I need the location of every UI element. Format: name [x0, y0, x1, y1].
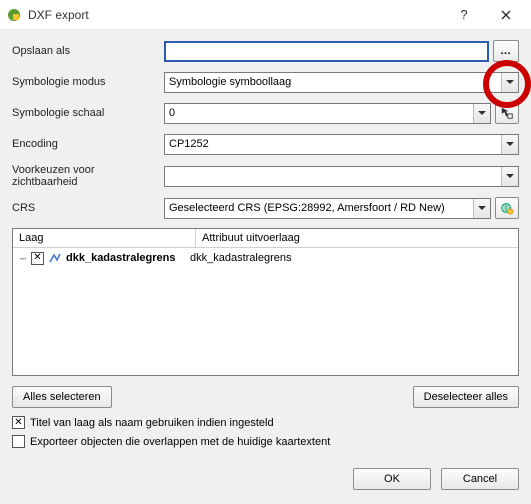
checkbox[interactable] — [12, 435, 25, 448]
close-button[interactable] — [485, 1, 527, 29]
check-label: Titel van laag als naam gebruiken indien… — [30, 417, 274, 429]
ok-button[interactable]: OK — [353, 468, 431, 490]
scale-picker-button[interactable] — [495, 102, 519, 124]
save-as-label: Opslaan als — [12, 45, 164, 57]
help-icon: ? — [460, 7, 467, 22]
chevron-down-icon — [501, 167, 518, 186]
tree-twist-icon[interactable]: ⋯ — [17, 252, 29, 265]
layer-checkbox[interactable]: ✕ — [31, 252, 44, 265]
line-layer-icon — [48, 251, 62, 265]
select-all-button[interactable]: Alles selecteren — [12, 386, 112, 408]
layer-attr: dkk_kadastralegrens — [184, 252, 292, 264]
encoding-combo[interactable]: CP1252 — [164, 134, 519, 155]
globe-icon — [500, 201, 514, 215]
check-use-layer-title[interactable]: ✕ Titel van laag als naam gebruiken indi… — [12, 416, 519, 429]
crs-picker-button[interactable] — [495, 197, 519, 219]
layer-name: dkk_kadastralegrens — [66, 252, 175, 264]
chevron-down-icon — [473, 199, 490, 218]
row-symbology-mode: Symbologie modus Symbologie symboollaag — [12, 71, 519, 93]
dialog-footer: OK Cancel — [0, 462, 531, 500]
check-export-in-extent[interactable]: Exporteer objecten die overlappen met de… — [12, 435, 519, 448]
close-icon — [501, 10, 511, 20]
selection-button-bar: Alles selecteren Deselecteer alles — [12, 386, 519, 408]
help-button[interactable]: ? — [443, 1, 485, 29]
visibility-presets-combo[interactable] — [164, 166, 519, 187]
crs-label: CRS — [12, 202, 164, 214]
check-label: Exporteer objecten die overlappen met de… — [30, 436, 330, 448]
cursor-scale-icon — [500, 106, 514, 120]
symbology-mode-label: Symbologie modus — [12, 76, 164, 88]
col-header-layer[interactable]: Laag — [13, 229, 196, 247]
row-visibility-presets: Voorkeuzen voor zichtbaarheid — [12, 164, 519, 188]
deselect-all-button[interactable]: Deselecteer alles — [413, 386, 519, 408]
cancel-button[interactable]: Cancel — [441, 468, 519, 490]
col-header-attr[interactable]: Attribuut uitvoerlaag — [196, 229, 518, 247]
symbology-scale-combo[interactable] — [164, 103, 491, 124]
chevron-down-icon — [501, 73, 518, 92]
qgis-logo-icon — [6, 7, 22, 23]
chevron-down-icon — [501, 135, 518, 154]
checkbox[interactable]: ✕ — [12, 416, 25, 429]
row-save-as: Opslaan als … — [12, 40, 519, 62]
visibility-presets-label: Voorkeuzen voor zichtbaarheid — [12, 164, 164, 188]
titlebar: DXF export ? — [0, 0, 531, 30]
symbology-mode-value: Symbologie symboollaag — [169, 76, 500, 88]
tree-row[interactable]: ⋯ ✕ dkk_kadastralegrens dkk_kadastralegr… — [13, 248, 518, 268]
crs-combo[interactable]: Geselecteerd CRS (EPSG:28992, Amersfoort… — [164, 198, 491, 219]
row-encoding: Encoding CP1252 — [12, 133, 519, 155]
chevron-down-icon — [473, 104, 490, 123]
window-title: DXF export — [28, 8, 443, 22]
layer-tree[interactable]: Laag Attribuut uitvoerlaag ⋯ ✕ dkk_kadas… — [12, 228, 519, 376]
symbology-mode-combo[interactable]: Symbologie symboollaag — [164, 72, 519, 93]
encoding-value: CP1252 — [169, 138, 500, 150]
row-crs: CRS Geselecteerd CRS (EPSG:28992, Amersf… — [12, 197, 519, 219]
dialog-body: Opslaan als … Symbologie modus Symbologi… — [0, 30, 531, 462]
save-as-input[interactable] — [164, 41, 489, 62]
layer-tree-header: Laag Attribuut uitvoerlaag — [13, 229, 518, 248]
symbology-scale-input[interactable] — [165, 104, 472, 123]
browse-button[interactable]: … — [493, 40, 519, 62]
ellipsis-icon: … — [500, 45, 512, 57]
encoding-label: Encoding — [12, 138, 164, 150]
symbology-scale-label: Symbologie schaal — [12, 107, 164, 119]
row-symbology-scale: Symbologie schaal — [12, 102, 519, 124]
crs-value: Geselecteerd CRS (EPSG:28992, Amersfoort… — [169, 202, 472, 214]
